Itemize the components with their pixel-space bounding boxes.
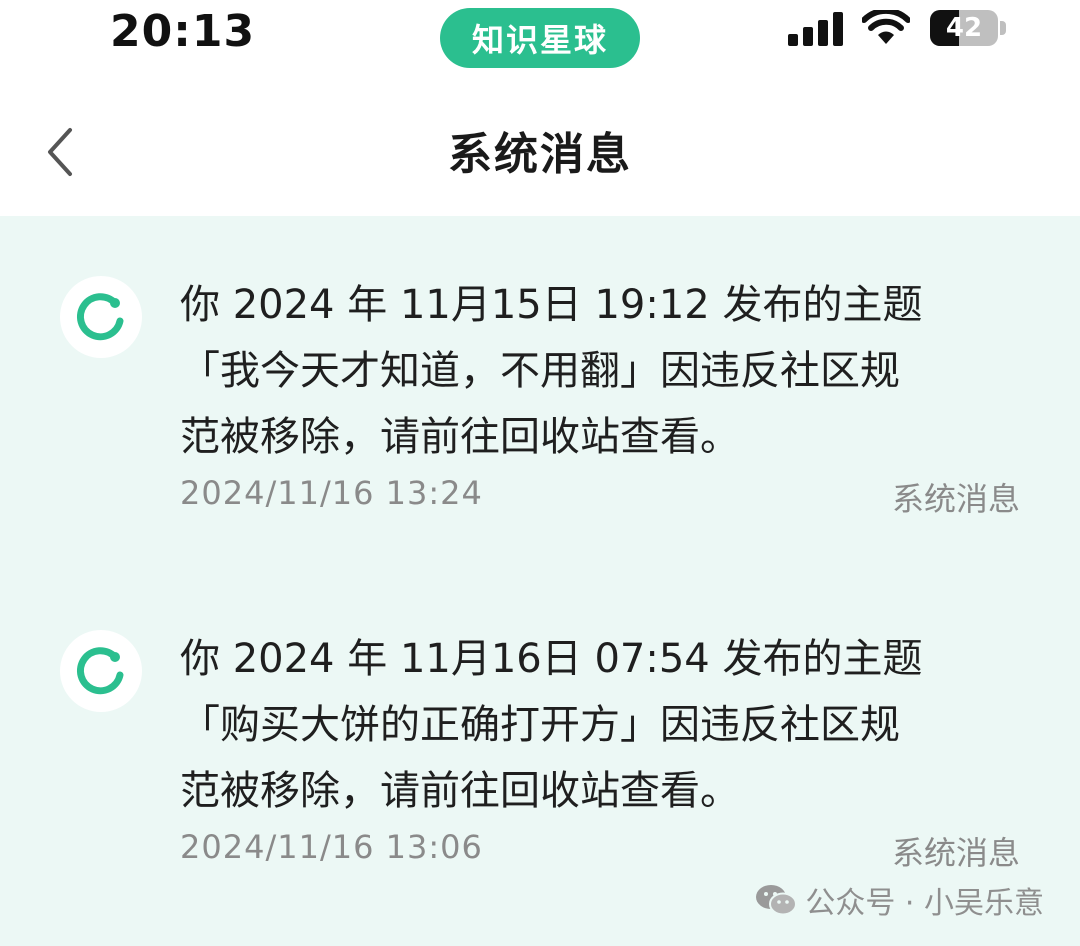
status-time: 20:13 [110, 6, 256, 57]
battery-level-text: 42 [945, 13, 983, 43]
message-avatar [60, 630, 142, 712]
message-timestamp: 2024/11/16 13:24 [180, 474, 483, 512]
app-indicator-pill[interactable]: 知识星球 [440, 8, 640, 68]
message-list[interactable]: 你 2024 年 11月15日 19:12 发布的主题 「我今天才知道，不用翻」… [0, 216, 1080, 946]
battery-cap [1000, 21, 1006, 35]
message-text: 你 2024 年 11月16日 07:54 发布的主题 「购买大饼的正确打开方」… [180, 636, 923, 814]
watermark: 公众号 · 小吴乐意 [755, 878, 1044, 922]
wifi-icon [862, 10, 910, 44]
watermark-text: 公众号 · 小吴乐意 [805, 886, 1044, 921]
system-logo-icon [76, 647, 124, 695]
message-item[interactable]: 你 2024 年 11月15日 19:12 发布的主题 「我今天才知道，不用翻」… [0, 276, 1080, 616]
message-timestamp: 2024/11/16 13:06 [180, 828, 483, 866]
battery-body: 42 [930, 10, 998, 46]
message-source: 系统消息 [891, 834, 1020, 872]
message-text: 你 2024 年 11月15日 19:12 发布的主题 「我今天才知道，不用翻」… [180, 282, 923, 460]
page-title: 系统消息 [448, 129, 632, 180]
message-avatar [60, 276, 142, 358]
system-logo-icon [76, 293, 124, 341]
message-source: 系统消息 [891, 480, 1020, 518]
status-bar: 20:13 知识星球 42 [0, 0, 1080, 80]
cellular-signal-icon [788, 12, 843, 46]
navigation-bar: 系统消息 [0, 80, 1080, 216]
battery-indicator: 42 [930, 10, 1006, 46]
wechat-icon [756, 885, 798, 916]
